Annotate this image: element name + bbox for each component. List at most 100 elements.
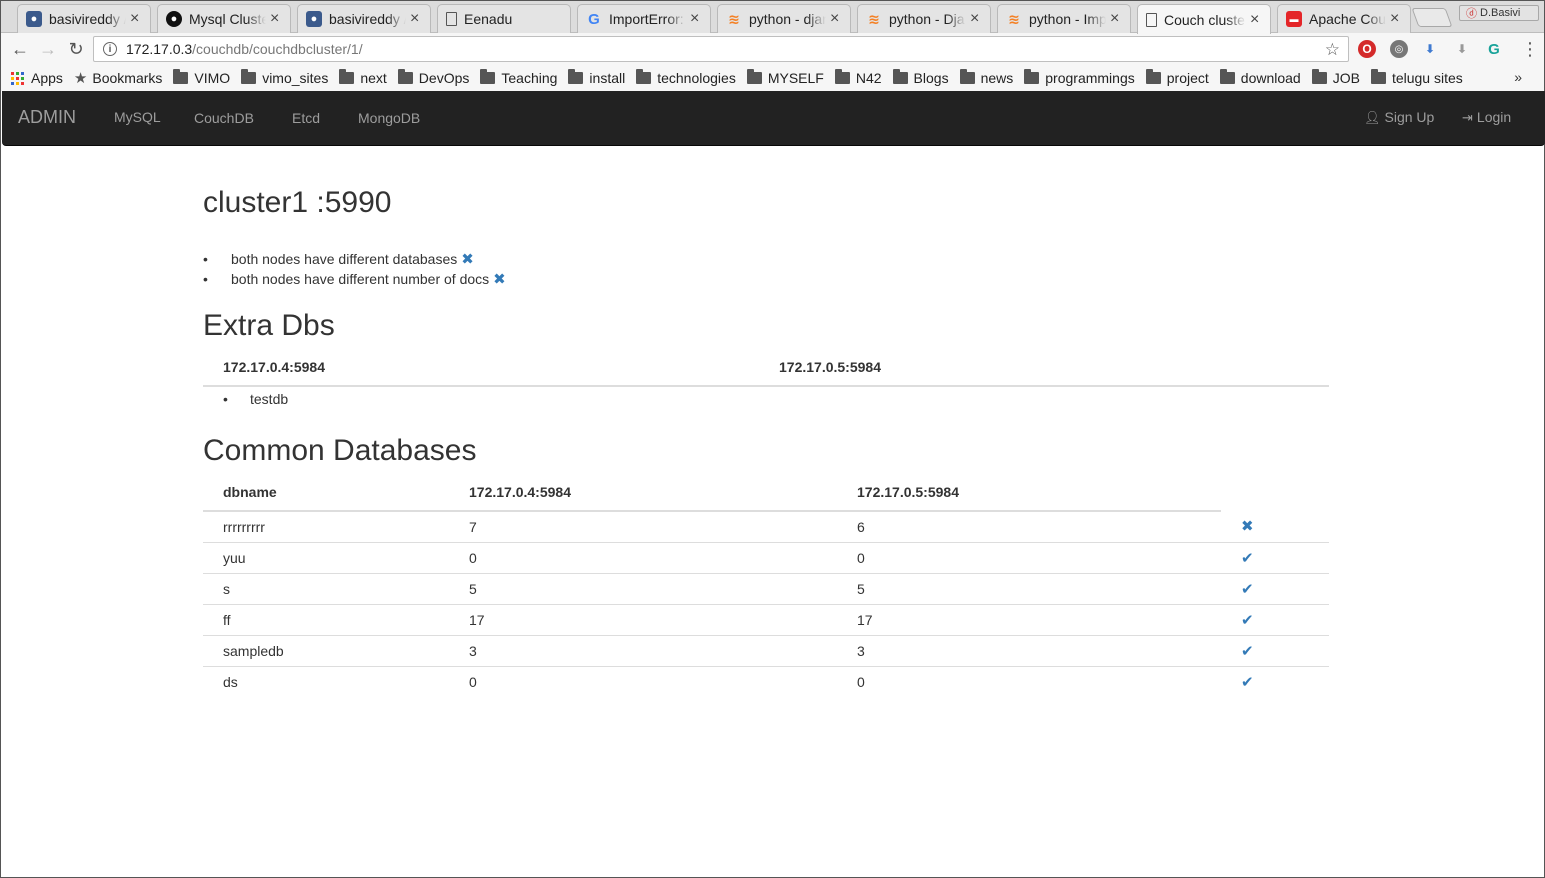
bookmark-folder[interactable]: Teaching [480, 69, 557, 86]
bookmark-label: next [360, 70, 387, 86]
bookmark-folder[interactable]: technologies [636, 69, 736, 86]
close-icon[interactable]: × [1390, 11, 1404, 27]
close-icon[interactable]: × [1110, 11, 1124, 27]
bookmark-folder[interactable]: project [1145, 69, 1209, 86]
bookmark-folder[interactable]: DevOps [397, 69, 469, 86]
nav-link-mysql[interactable]: MySQL [114, 109, 161, 125]
dbname-cell: ds [203, 665, 449, 697]
browser-tab[interactable]: Eenadu [437, 4, 571, 33]
node1-count-cell: 7 [469, 518, 477, 535]
bookmark-folder[interactable]: next [339, 69, 387, 86]
opera-icon[interactable]: O [1358, 40, 1376, 58]
close-icon[interactable]: × [830, 11, 844, 27]
bookmark-folder[interactable]: programmings [1024, 69, 1135, 86]
dbname-cell: s [203, 572, 449, 604]
close-icon[interactable]: × [1250, 11, 1264, 28]
bookmark-folder[interactable]: telugu sites [1370, 69, 1463, 86]
node2-count-cell: 17 [837, 603, 1221, 635]
bookmark-folder[interactable]: VIMO [173, 69, 230, 86]
column-header: 172.17.0.5:5984 [837, 474, 1221, 512]
common-databases-heading: Common Databases [203, 434, 477, 467]
menu-icon[interactable]: ⋮ [1521, 40, 1539, 58]
check-icon: ✔ [1241, 673, 1254, 691]
extension-icon[interactable]: ◎ [1390, 40, 1408, 58]
forward-icon[interactable]: → [38, 39, 58, 59]
folder-icon [397, 69, 413, 84]
close-icon[interactable]: × [270, 11, 284, 27]
bookmark-item[interactable]: ★ Bookmarks [74, 69, 162, 87]
bookmark-apps[interactable]: Apps [11, 70, 63, 86]
tab-title: ImportError: [609, 11, 684, 27]
browser-tab[interactable]: ● basivireddy / × [17, 4, 151, 33]
close-icon[interactable]: × [410, 11, 424, 27]
brand-link[interactable]: ADMIN [18, 107, 76, 128]
download-icon[interactable]: ⬇ [1453, 40, 1471, 58]
browser-tab[interactable]: ▬ Apache Cou × [1277, 4, 1411, 33]
node2-count-cell: 3 [837, 634, 1221, 666]
star-icon: ★ [73, 70, 88, 87]
app-navbar: ADMIN MySQL CouchDB Etcd MongoDB 👤︎ Sign … [2, 91, 1545, 146]
bookmarks-bar: Apps ★ Bookmarks VIMO vimo_sites next De… [1, 65, 1544, 91]
signup-link[interactable]: 👤︎ Sign Up [1364, 109, 1434, 126]
status-cell: ✔ [1221, 634, 1329, 666]
bookmark-label: vimo_sites [262, 70, 329, 86]
close-icon[interactable]: × [970, 11, 984, 27]
close-icon[interactable]: × [690, 11, 704, 27]
nav-link-couchdb[interactable]: CouchDB [194, 110, 254, 126]
extra-dbs-table: 172.17.0.4:5984 172.17.0.5:5984 [203, 349, 1329, 387]
folder-icon [1311, 69, 1327, 84]
more-bookmarks-button[interactable]: » [1514, 69, 1522, 85]
close-icon[interactable]: × [130, 11, 144, 27]
dbname-cell: yuu [203, 541, 449, 573]
browser-tab[interactable]: ● Mysql Cluste × [157, 4, 291, 33]
bookmark-label: telugu sites [1391, 70, 1463, 86]
bookmark-folder[interactable]: news [959, 69, 1013, 86]
bookmark-label: technologies [657, 70, 736, 86]
bookmark-folder[interactable]: Blogs [892, 69, 949, 86]
url-host: 172.17.0.3 [126, 41, 193, 57]
browser-tab[interactable]: G ImportError: × [577, 4, 711, 33]
info-icon[interactable]: i [103, 42, 117, 56]
address-bar[interactable]: i 172.17.0.3/couchdb/couchdbcluster/1/ ☆ [93, 36, 1349, 62]
nav-link-mongodb[interactable]: MongoDB [358, 110, 420, 126]
login-link[interactable]: ⇥ Login [1462, 109, 1511, 126]
profile-button[interactable]: ⓓ D.Basivi [1459, 5, 1539, 21]
bookmark-folder[interactable]: install [568, 69, 625, 86]
bookmark-folder[interactable]: JOB [1311, 69, 1360, 86]
browser-tab[interactable]: ≋ python - Dja × [857, 4, 991, 33]
back-icon[interactable]: ← [10, 39, 30, 59]
bookmark-folder[interactable]: N42 [834, 69, 882, 86]
browser-tab[interactable]: ● basivireddy / × [297, 4, 431, 33]
reload-icon[interactable]: ↻ [66, 39, 86, 59]
download-icon[interactable]: ⬇ [1421, 40, 1439, 58]
folder-icon [173, 69, 189, 84]
folder-icon [241, 69, 257, 84]
status-cell: ✖ [1221, 511, 1329, 542]
x-mark-icon: ✖ [461, 251, 474, 268]
folder-icon [746, 69, 762, 84]
nav-link-etcd[interactable]: Etcd [292, 110, 320, 126]
node1-count-cell: 3 [449, 634, 837, 666]
tab-strip: ● basivireddy / × ● Mysql Cluste × ● bas… [1, 1, 1544, 34]
node2-count-cell: 6 [857, 518, 865, 535]
browser-tab-active[interactable]: Couch cluste × [1137, 4, 1271, 34]
bookmark-folder[interactable]: download [1219, 69, 1301, 86]
table-row: s 5 5 ✔ [203, 572, 1329, 604]
document-icon [446, 12, 457, 26]
bookmark-label: Apps [31, 70, 63, 86]
couchdb-icon: ▬ [1286, 11, 1302, 27]
bookmark-label: programmings [1045, 70, 1135, 86]
x-mark-icon: ✖ [1241, 518, 1254, 536]
bookmark-label: download [1240, 70, 1301, 86]
folder-icon [892, 69, 908, 84]
browser-tab[interactable]: ≋ python - djan × [717, 4, 851, 33]
bookmark-star-icon[interactable]: ☆ [1325, 40, 1340, 60]
bookmark-folder[interactable]: vimo_sites [241, 69, 329, 86]
column-header: 172.17.0.5:5984 [759, 349, 1329, 387]
grammarly-icon[interactable]: G [1485, 40, 1503, 58]
new-tab-button[interactable] [1411, 8, 1453, 27]
folder-icon [1145, 69, 1161, 84]
dbname-cell: rrrrrrrrr [223, 518, 265, 535]
browser-tab[interactable]: ≋ python - Imp × [997, 4, 1131, 33]
bookmark-folder[interactable]: MYSELF [746, 69, 824, 86]
